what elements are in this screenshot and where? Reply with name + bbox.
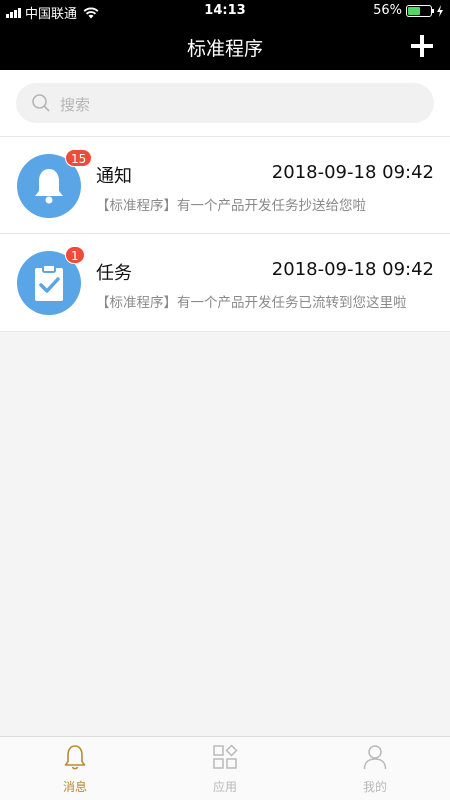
apps-grid-icon — [213, 744, 238, 769]
tab-me[interactable]: 我的 — [300, 737, 450, 800]
bell-icon — [35, 169, 63, 204]
tab-bar: 消息 应用 我的 — [0, 736, 450, 800]
status-right: 56% — [373, 3, 444, 18]
tab-messages[interactable]: 消息 — [0, 737, 150, 800]
message-title: 通知 — [96, 166, 132, 187]
message-time: 2018-09-18 09:42 — [271, 162, 434, 183]
battery-icon — [406, 4, 434, 17]
bell-outline-icon — [64, 745, 86, 770]
message-item-notice[interactable]: 15 通知 2018-09-18 09:42 【标准程序】有一个产品开发任务抄送… — [0, 136, 450, 234]
tab-apps[interactable]: 应用 — [150, 737, 300, 800]
message-title: 任务 — [96, 263, 132, 284]
battery-percent: 56% — [373, 3, 402, 18]
plus-icon[interactable] — [408, 32, 436, 60]
search-icon — [32, 94, 50, 112]
tab-label: 应用 — [212, 780, 237, 794]
message-item-task[interactable]: 1 任务 2018-09-18 09:42 【标准程序】有一个产品开发任务已流转… — [0, 234, 450, 332]
battery-fill — [408, 6, 421, 15]
unread-badge: 15 — [65, 149, 93, 167]
search-input[interactable]: 搜索 — [16, 83, 434, 123]
charging-icon — [437, 4, 443, 17]
tab-label: 我的 — [362, 780, 387, 794]
page-title: 标准程序 — [186, 38, 263, 60]
unread-badge: 1 — [65, 246, 85, 264]
message-time: 2018-09-18 09:42 — [271, 259, 434, 280]
user-icon — [363, 745, 387, 770]
nav-bar: 标准程序 — [0, 22, 450, 70]
search-section: 搜索 — [0, 70, 450, 136]
message-preview: 【标准程序】有一个产品开发任务抄送给您啦 — [96, 198, 366, 214]
tab-label: 消息 — [62, 780, 87, 794]
search-placeholder: 搜索 — [60, 96, 91, 114]
status-bar: 中国联通 14:13 56% — [0, 0, 450, 22]
clipboard-check-icon — [35, 264, 63, 301]
message-preview: 【标准程序】有一个产品开发任务已流转到您这里啦 — [96, 295, 407, 311]
message-list: 15 通知 2018-09-18 09:42 【标准程序】有一个产品开发任务抄送… — [0, 136, 450, 332]
